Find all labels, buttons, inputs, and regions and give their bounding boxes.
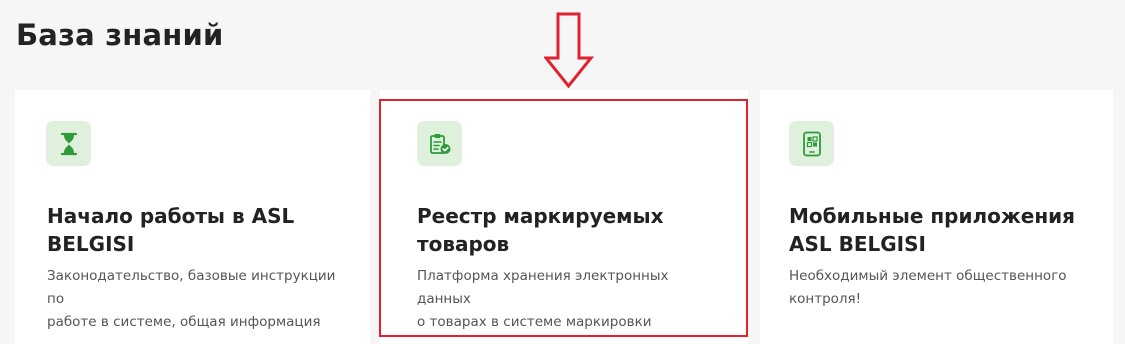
down-arrow-annotation-icon — [544, 12, 594, 89]
card-product-registry[interactable]: Реестр маркируемых товаров Платформа хра… — [380, 90, 748, 344]
card-description: Законодательство, базовые инструкции по … — [47, 268, 336, 330]
card-description: Платформа хранения электронных данных о … — [417, 268, 669, 330]
card-getting-started[interactable]: Начало работы в ASL BELGISI Законодатель… — [15, 90, 370, 344]
card-title: Мобильные приложения ASL BELGISI — [789, 204, 1076, 256]
card-mobile-apps[interactable]: Мобильные приложения ASL BELGISI Необход… — [760, 90, 1113, 344]
mobile-app-icon — [789, 121, 834, 166]
card-description: Необходимый элемент общественного контро… — [789, 268, 1067, 307]
clipboard-check-icon — [417, 121, 462, 166]
card-title: Реестр маркируемых товаров — [417, 204, 664, 256]
hourglass-icon — [46, 121, 91, 166]
card-title: Начало работы в ASL BELGISI — [47, 204, 295, 256]
page-title: База знаний — [16, 18, 224, 52]
